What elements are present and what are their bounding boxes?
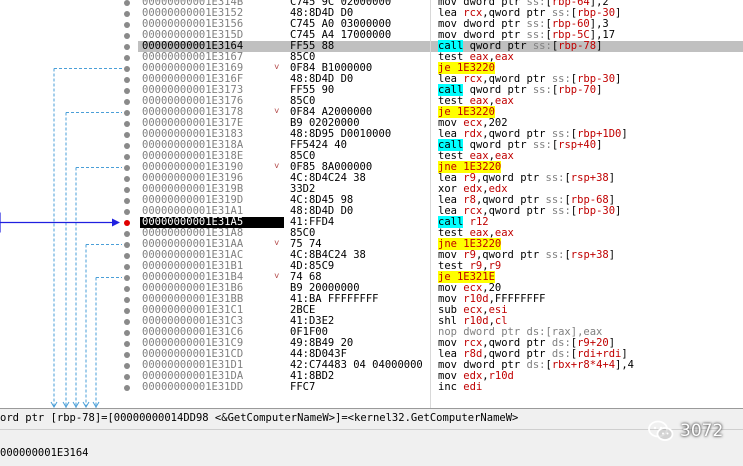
instruction-token: ]	[615, 73, 622, 85]
instruction-token: ss:	[551, 205, 571, 217]
info-line-address: 000000001E3164	[0, 447, 89, 459]
row-dot-icon[interactable]	[124, 307, 130, 314]
row-dot-icon[interactable]	[124, 142, 130, 149]
instruction-token: rsp+40	[558, 139, 597, 151]
row-dot-icon[interactable]	[124, 76, 130, 83]
row-dot-icon[interactable]	[124, 98, 130, 105]
jump-direction-icon: ˅	[274, 63, 280, 73]
disassembly-listing[interactable]: 00000000001E314B C745 9C 02000000 mov dwor…	[138, 0, 743, 408]
instruction-token: edi	[463, 381, 483, 393]
wechat-icon	[648, 420, 674, 441]
instruction-token: rbx+r8*4+4	[551, 359, 616, 371]
instruction-token: ,qword ptr	[482, 205, 552, 217]
instruction-token: ss:	[545, 249, 565, 261]
row-instruction: inc edi	[438, 382, 482, 393]
jump-direction-icon: ˅	[274, 162, 280, 172]
row-dot-icon[interactable]	[124, 87, 130, 94]
instruction-token: ss:	[545, 172, 565, 184]
instruction-token: ]	[608, 172, 616, 184]
row-dot-icon[interactable]	[124, 43, 130, 50]
row-dot-icon[interactable]	[124, 32, 130, 39]
row-dot-icon[interactable]	[124, 208, 130, 215]
row-dot-icon[interactable]	[124, 230, 130, 237]
instruction-token: rbp-78	[558, 40, 597, 52]
row-dot-icon[interactable]	[124, 318, 130, 325]
row-dot-icon[interactable]	[124, 120, 130, 127]
instruction-token: ]	[596, 84, 603, 96]
row-dot-icon[interactable]	[124, 10, 130, 17]
row-dot-icon[interactable]	[124, 362, 130, 369]
row-dot-icon[interactable]	[124, 340, 130, 347]
row-dot-icon[interactable]	[124, 0, 130, 6]
instruction-token: ss:	[532, 139, 552, 151]
info-panel: ord ptr [rbp-78]=[00000000014DD98 <&GetC…	[0, 408, 743, 466]
instruction-token: rsp+38	[570, 249, 609, 261]
instruction-token: inc	[438, 381, 464, 393]
row-dot-icon[interactable]	[124, 274, 130, 281]
instruction-token: rsp+38	[570, 172, 609, 184]
instruction-token: eax	[494, 95, 514, 107]
row-dot-icon[interactable]	[124, 373, 130, 380]
row-address: 00000000001E31DD	[142, 381, 244, 393]
instruction-token: ds:	[526, 359, 546, 371]
row-dot-icon[interactable]	[124, 263, 130, 270]
instruction-token: ]	[615, 205, 622, 217]
jump-lines	[0, 68, 122, 408]
instruction-token: ]	[608, 249, 616, 261]
row-bytes: FFC7	[290, 381, 316, 393]
jump-direction-icon: ˅	[274, 272, 280, 282]
row-dot-icon[interactable]	[124, 296, 130, 303]
jump-direction-icon: ˅	[274, 239, 280, 249]
disassembly-view[interactable]: 00000000001E314B C745 9C 02000000 mov dwor…	[0, 0, 743, 465]
row-dot-icon[interactable]	[124, 285, 130, 292]
row-dot-icon[interactable]	[124, 109, 130, 116]
instruction-token: ],4	[615, 359, 634, 371]
instruction-token: rbp-70	[558, 84, 597, 96]
panel-splitter[interactable]	[0, 429, 743, 430]
row-dot-icon[interactable]	[124, 329, 130, 336]
row-dot-icon[interactable]	[124, 153, 130, 160]
instruction-token: ]	[621, 128, 628, 140]
row-dot-icon[interactable]	[124, 54, 130, 61]
row-dot-icon[interactable]	[124, 197, 130, 204]
row-dot-icon[interactable]	[124, 164, 130, 171]
instruction-token: eax	[494, 51, 514, 63]
row-dot-icon[interactable]	[124, 186, 130, 193]
row-dot-icon[interactable]	[124, 131, 130, 138]
row-dot-icon[interactable]	[124, 175, 130, 182]
disasm-row[interactable]: 00000000001E31DD FFC7 inc edi	[138, 382, 743, 393]
row-dot-icon[interactable]	[124, 21, 130, 28]
breakpoint-icon[interactable]	[124, 219, 130, 226]
row-dot-icon[interactable]	[124, 241, 130, 248]
watermark-text: 3072	[680, 421, 724, 441]
row-dot-icon[interactable]	[124, 252, 130, 259]
jump-direction-icon: ˅	[274, 107, 280, 117]
row-dot-icon[interactable]	[124, 65, 130, 72]
instruction-token: ]	[596, 40, 603, 52]
watermark: 3072	[648, 418, 723, 444]
instruction-pointer-icon	[112, 218, 120, 227]
instruction-token: ]	[615, 7, 622, 19]
instruction-token: ss:	[532, 84, 552, 96]
instruction-token: ]	[596, 139, 603, 151]
column-divider	[430, 0, 431, 408]
info-line-operand: ord ptr [rbp-78]=[00000000014DD98 <&GetC…	[0, 412, 519, 424]
instruction-token: rbp-30	[577, 205, 616, 217]
jump-arrow-gutter	[0, 0, 138, 408]
instruction-token: r10d	[488, 370, 514, 382]
row-dot-icon[interactable]	[124, 351, 130, 358]
instruction-token: ss:	[532, 40, 552, 52]
row-dot-icon[interactable]	[124, 384, 130, 391]
